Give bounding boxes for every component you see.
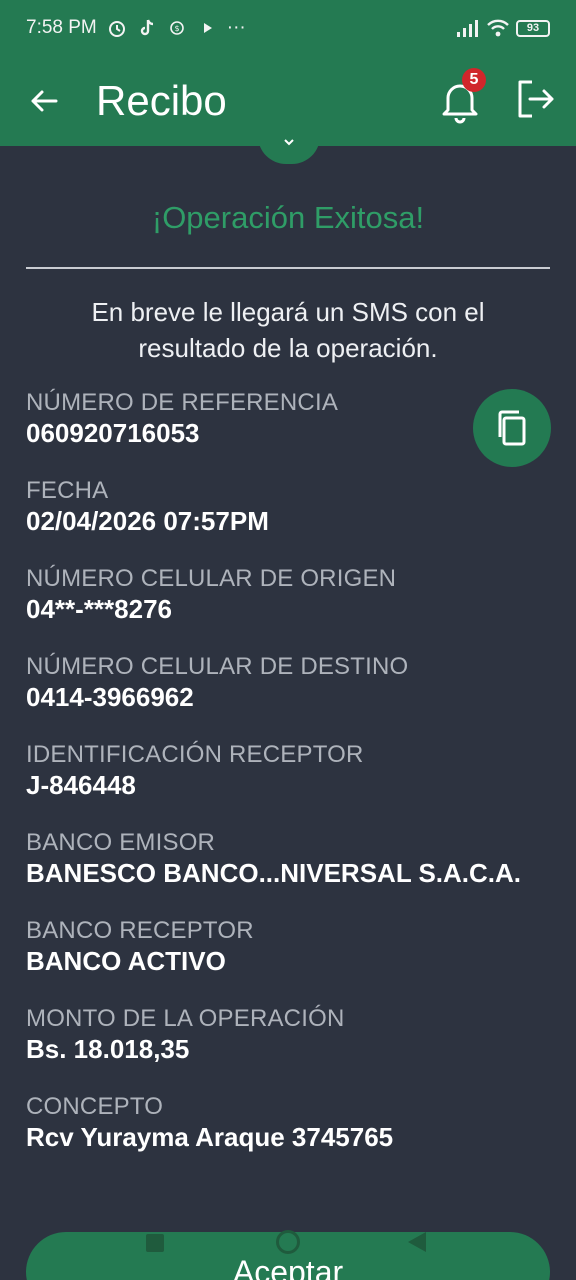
field-value: 0414-3966962: [26, 682, 194, 712]
system-back-button[interactable]: [408, 1232, 426, 1252]
field-value: 04**-***8276: [26, 594, 173, 624]
page-title: Recibo: [96, 77, 227, 124]
field-label: BANCO RECEPTOR: [26, 917, 254, 944]
field-value: 02/04/2026 07:57PM: [26, 506, 269, 536]
more-notifications: ···: [226, 17, 246, 38]
field-label: NÚMERO CELULAR DE DESTINO: [26, 653, 409, 680]
field-label: FECHA: [26, 477, 109, 504]
field-origin-phone: NÚMERO CELULAR DE ORIGEN 04**-***8276: [26, 565, 556, 625]
alarm-icon: [107, 18, 127, 38]
field-label: CONCEPTO: [26, 1093, 164, 1120]
tiktok-icon: [137, 18, 157, 38]
field-value: Bs. 18.018,35: [26, 1034, 190, 1064]
accept-button-label: Aceptar: [232, 1254, 344, 1280]
sms-message: En breve le llegará un SMS con el result…: [91, 297, 485, 363]
home-button[interactable]: [276, 1230, 300, 1254]
field-value: Rcv Yurayma Araque 3745765: [26, 1122, 394, 1152]
field-value: BANESCO BANCO...NIVERSAL S.A.C.A.: [26, 858, 522, 888]
battery-indicator: 93: [516, 19, 550, 37]
field-reference: NÚMERO DE REFERENCIA 060920716053: [26, 389, 556, 449]
field-concept: CONCEPTO Rcv Yurayma Araque 3745765: [26, 1093, 556, 1153]
field-label: NÚMERO CELULAR DE ORIGEN: [26, 565, 397, 592]
field-destination-phone: NÚMERO CELULAR DE DESTINO 0414-3966962: [26, 653, 556, 713]
signal-icon: [456, 18, 478, 38]
field-amount: MONTO DE LA OPERACIÓN Bs. 18.018,35: [26, 1005, 556, 1065]
field-label: BANCO EMISOR: [26, 829, 216, 856]
notifications-button[interactable]: 5: [438, 68, 488, 124]
status-bar: 7:58 PM $ ··· 93: [0, 0, 576, 56]
field-label: IDENTIFICACIÓN RECEPTOR: [26, 741, 364, 768]
chevron-down-icon: [284, 139, 294, 146]
recents-button[interactable]: [146, 1234, 164, 1252]
arrow-left-icon: [31, 90, 58, 112]
logout-button[interactable]: [512, 74, 562, 124]
field-value: BANCO ACTIVO: [26, 946, 226, 976]
field-label: NÚMERO DE REFERENCIA: [26, 389, 339, 416]
app-icon: $: [167, 18, 187, 38]
wifi-icon: [486, 18, 509, 38]
field-value: J-846448: [26, 770, 136, 800]
divider: [26, 267, 550, 269]
status-time: 7:58 PM: [26, 17, 97, 38]
collapse-handle[interactable]: [258, 136, 320, 164]
app-bar: Recibo 5: [0, 56, 576, 146]
notification-badge: 5: [462, 68, 486, 92]
system-navigation-bar: [0, 1226, 576, 1256]
logout-icon: [518, 80, 554, 118]
field-receiving-bank: BANCO RECEPTOR BANCO ACTIVO: [26, 917, 556, 977]
field-label: MONTO DE LA OPERACIÓN: [26, 1005, 345, 1032]
field-value: 060920716053: [26, 418, 200, 448]
field-receiver-id: IDENTIFICACIÓN RECEPTOR J-846448: [26, 741, 556, 801]
svg-text:$: $: [174, 24, 179, 33]
back-button[interactable]: [14, 71, 74, 131]
play-icon: [197, 18, 217, 38]
field-issuing-bank: BANCO EMISOR BANESCO BANCO...NIVERSAL S.…: [26, 829, 556, 889]
success-title: ¡Operación Exitosa!: [151, 200, 425, 235]
field-date: FECHA 02/04/2026 07:57PM: [26, 477, 556, 537]
